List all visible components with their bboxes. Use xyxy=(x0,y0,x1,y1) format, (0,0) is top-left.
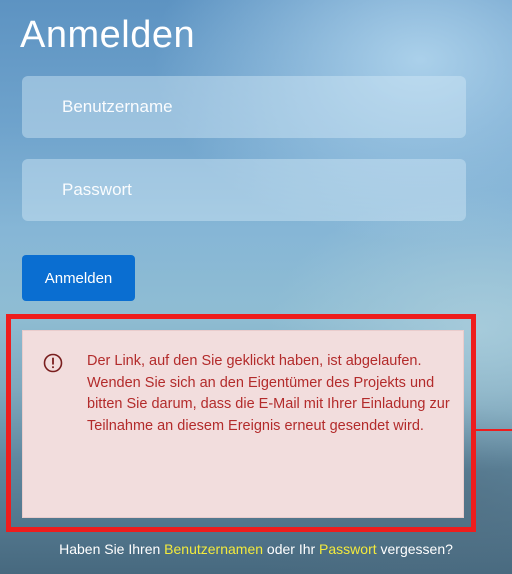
password-input[interactable] xyxy=(22,159,466,221)
error-alert: Der Link, auf den Sie geklickt haben, is… xyxy=(22,330,464,518)
footer-prefix: Haben Sie Ihren xyxy=(59,541,165,557)
login-button[interactable]: Anmelden xyxy=(22,255,135,301)
footer-middle: oder Ihr xyxy=(263,541,320,557)
forgot-credentials-text: Haben Sie Ihren Benutzernamen oder Ihr P… xyxy=(0,541,512,557)
forgot-password-link[interactable]: Passwort xyxy=(319,541,377,557)
exclamation-circle-icon xyxy=(43,353,63,373)
forgot-username-link[interactable]: Benutzernamen xyxy=(164,541,263,557)
error-message: Der Link, auf den Sie geklickt haben, is… xyxy=(87,353,450,434)
highlight-connector-line xyxy=(476,429,512,431)
login-title: Anmelden xyxy=(20,14,196,56)
username-input[interactable] xyxy=(22,76,466,138)
footer-suffix: vergessen? xyxy=(376,541,453,557)
